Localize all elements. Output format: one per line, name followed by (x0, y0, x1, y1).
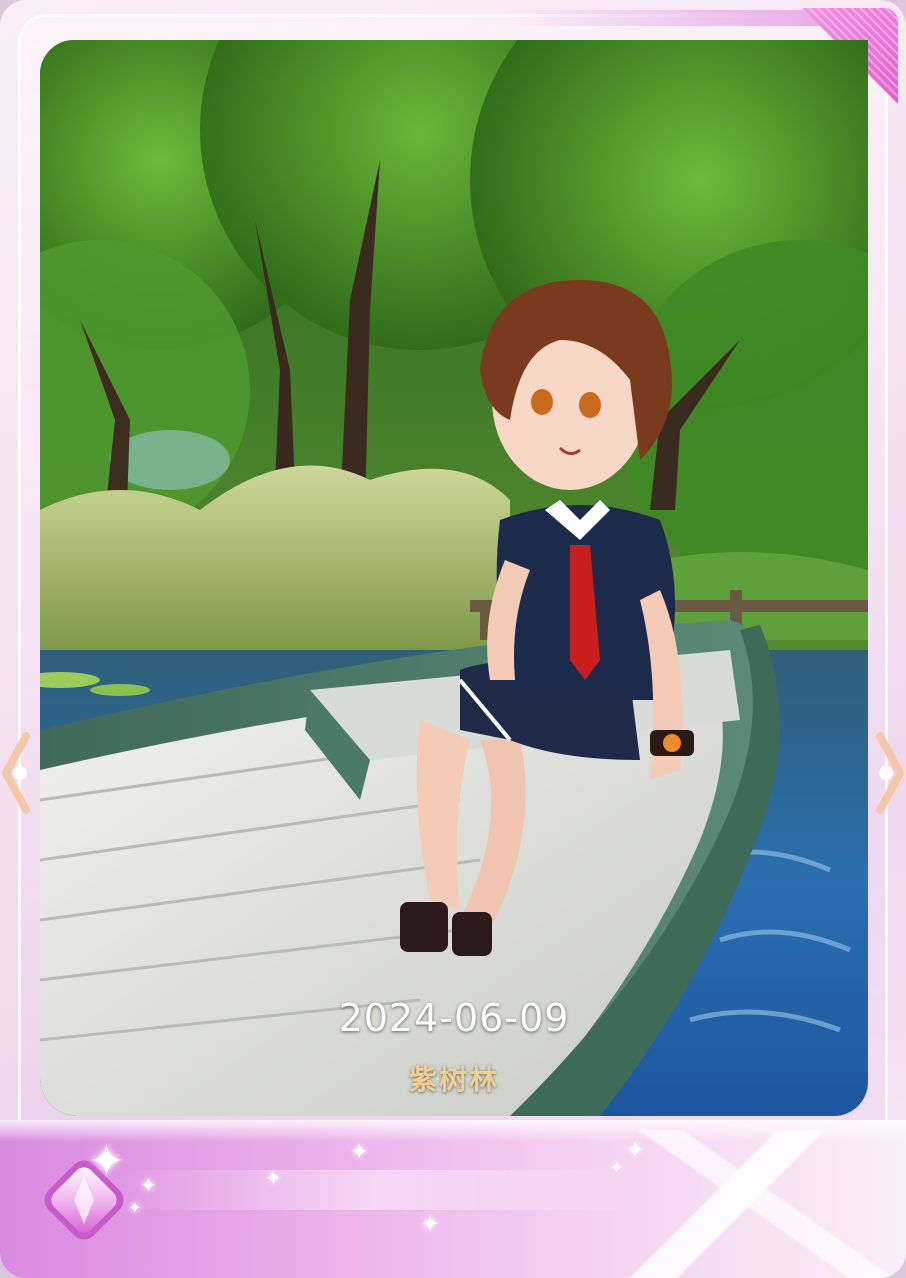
sparkle-icon: ✦ (625, 1136, 646, 1164)
sparkle-icon: ✦ (265, 1166, 282, 1190)
scene-photo (40, 40, 868, 1116)
sparkle-icon: ✦ (88, 1136, 125, 1187)
chevron-right-icon[interactable] (872, 730, 906, 816)
top-ribbon-decoration (500, 10, 840, 26)
sparkle-icon: ✦ (610, 1158, 624, 1177)
bottom-right-decoration (626, 1130, 906, 1278)
sparkle-icon: ✦ (350, 1140, 369, 1165)
photo-location: 紫树林 (408, 1063, 499, 1096)
photo-date: 2024-06-09 (338, 996, 570, 1040)
sparkle-icon: ✦ (420, 1210, 441, 1238)
sparkle-icon: ✦ (128, 1198, 142, 1217)
photo-card: 2024-06-09 紫树林 ✦ ✦ ✦ ✦ ✦ ✦ ✦ ✦ (0, 0, 906, 1278)
bottom-streak-decoration (120, 1170, 640, 1210)
sparkle-icon: ✦ (140, 1173, 157, 1197)
chevron-left-icon[interactable] (0, 730, 34, 816)
